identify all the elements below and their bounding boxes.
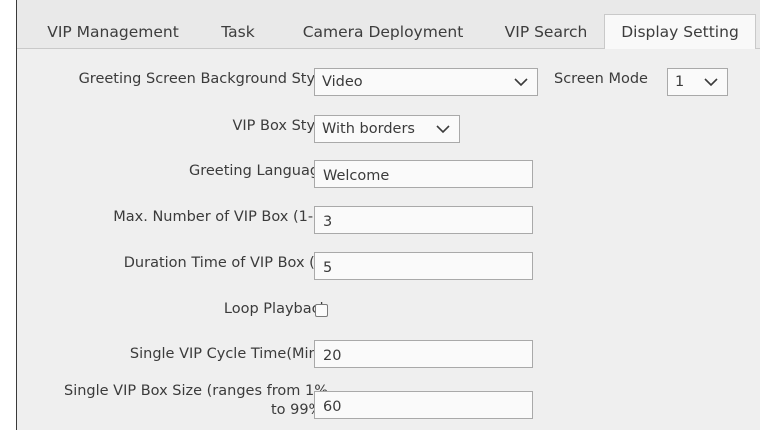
max-vip-box-input[interactable]: 3 [314, 206, 533, 234]
tab-vip-management[interactable]: VIP Management [33, 15, 193, 48]
background-style-label: Greeting Screen Background Style [78, 71, 328, 87]
screen-mode-select[interactable]: 1 [667, 68, 728, 96]
box-size-input[interactable]: 60 [314, 391, 533, 419]
tab-task[interactable]: Task [209, 15, 267, 48]
duration-time-input[interactable]: 5 [314, 252, 533, 280]
cycle-time-label: Single VIP Cycle Time(Min.) [129, 346, 328, 362]
screen-mode-label: Screen Mode [554, 71, 648, 87]
greeting-language-label: Greeting Language [189, 163, 328, 179]
loop-playback-label: Loop Playback [223, 301, 328, 317]
tab-display-setting[interactable]: Display Setting [604, 14, 756, 49]
cycle-time-input[interactable]: 20 [314, 340, 533, 368]
vip-box-style-value: With borders [322, 121, 415, 137]
box-size-label: Single VIP Box Size (ranges from 1% to 9… [63, 383, 328, 418]
max-vip-box-label: Max. Number of VIP Box (1-5) [113, 209, 328, 225]
loop-playback-checkbox[interactable] [315, 304, 328, 317]
tab-vip-search[interactable]: VIP Search [489, 15, 603, 48]
settings-window: VIP Management Task Camera Deployment VI… [16, 0, 760, 430]
chevron-down-icon [514, 78, 528, 87]
tab-camera-deployment[interactable]: Camera Deployment [283, 15, 483, 48]
greeting-language-input[interactable]: Welcome [314, 160, 533, 188]
vip-box-style-select[interactable]: With borders [314, 115, 460, 143]
background-style-value: Video [322, 74, 363, 90]
chevron-down-icon [704, 78, 718, 87]
background-style-select[interactable]: Video [314, 68, 538, 96]
duration-time-label: Duration Time of VIP Box (s) [123, 255, 328, 271]
tab-bar: VIP Management Task Camera Deployment VI… [17, 0, 760, 49]
chevron-down-icon [436, 125, 450, 134]
screen-mode-value: 1 [675, 74, 685, 90]
